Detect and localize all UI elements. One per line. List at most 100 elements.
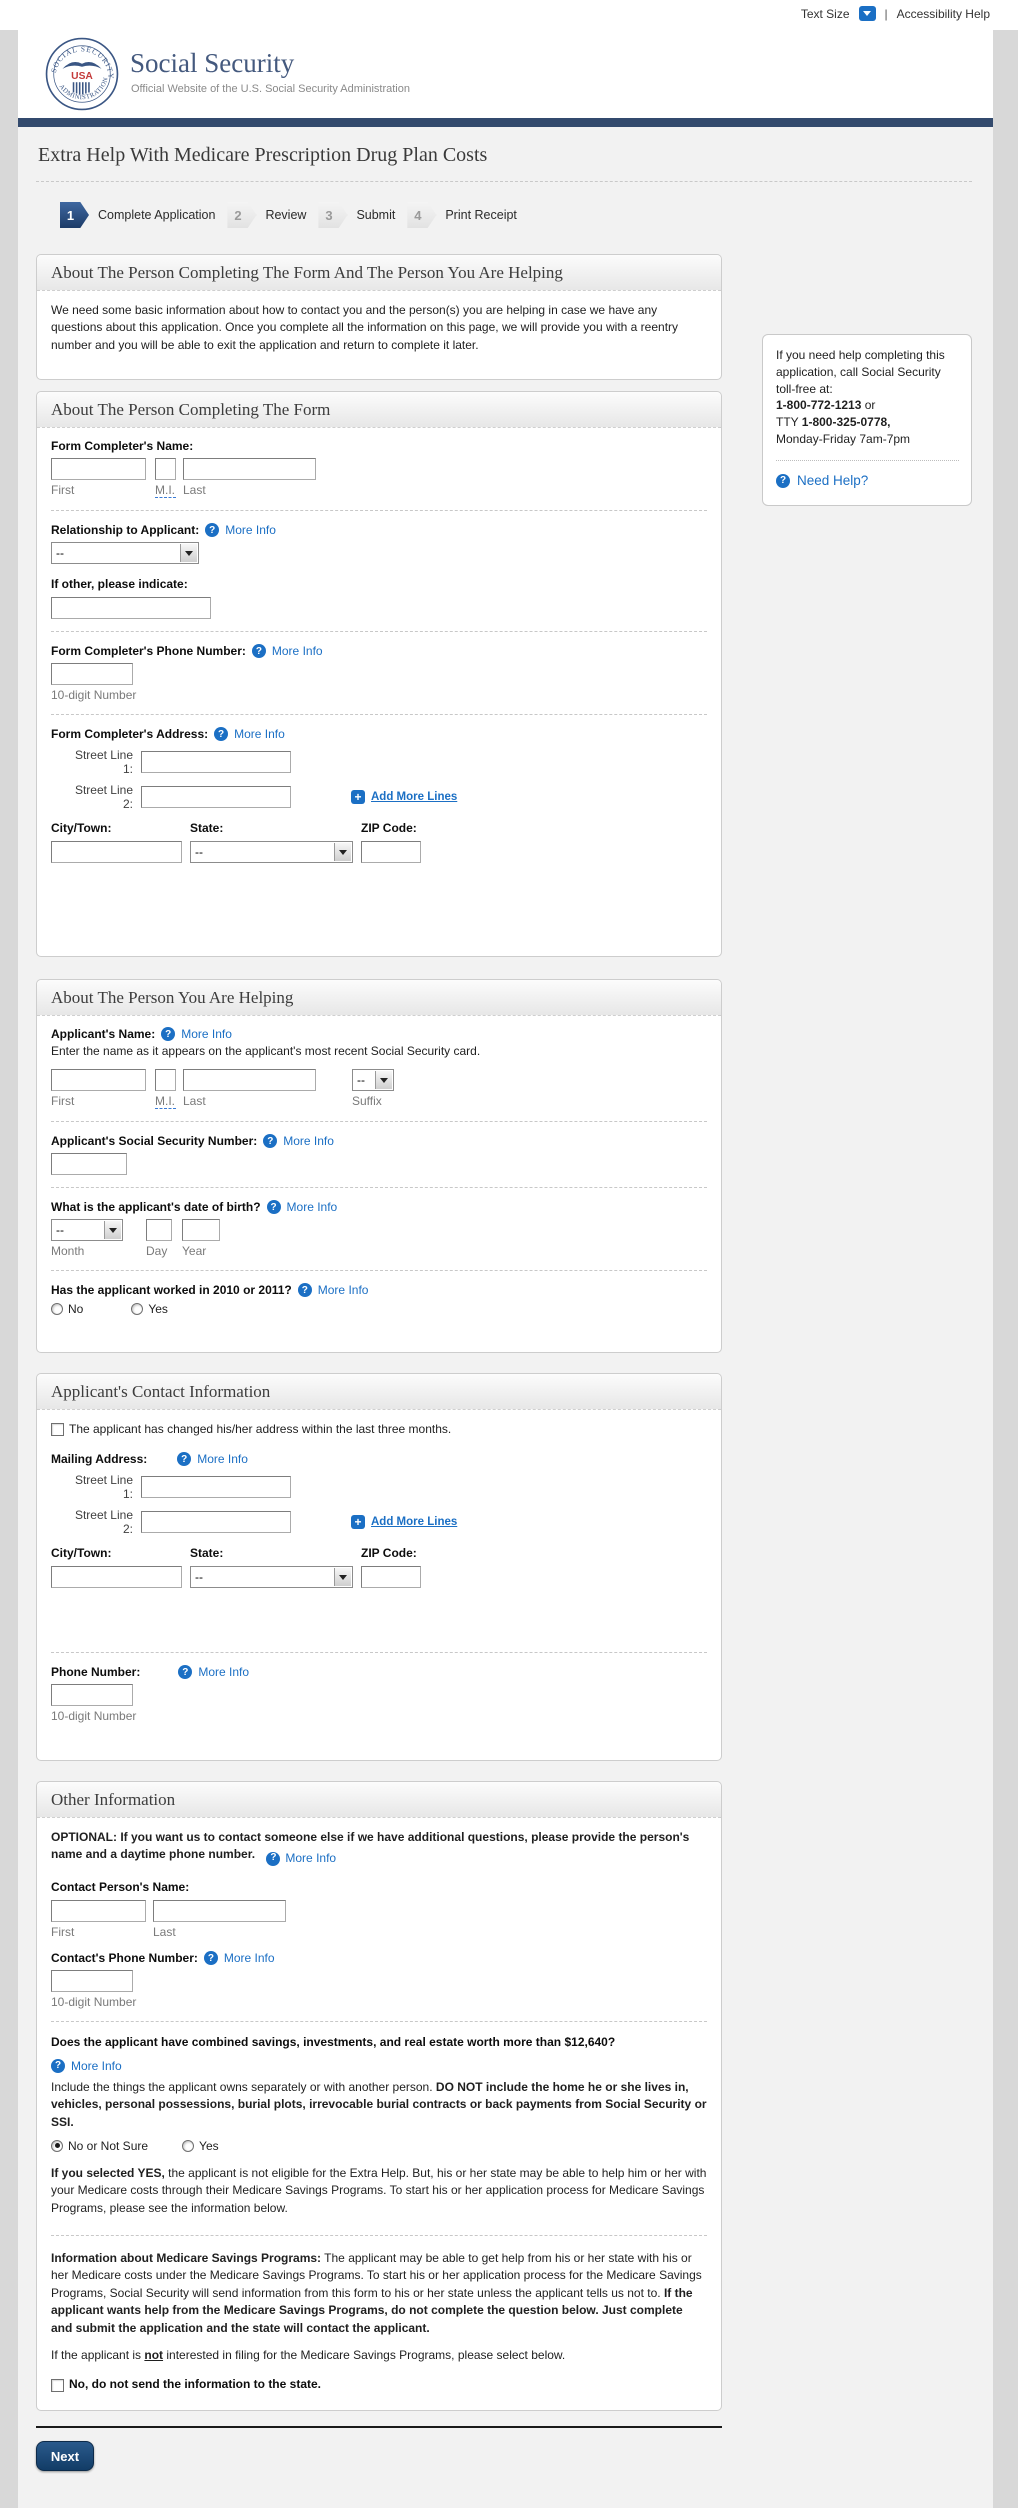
msp-paragraph: Information about Medicare Savings Progr…: [51, 2250, 707, 2337]
contact-phone-input[interactable]: [51, 1970, 133, 1992]
optional-paragraph: OPTIONAL: If you want us to contact some…: [51, 1829, 707, 1867]
mailing-add-more-lines-link[interactable]: + Add More Lines: [351, 1515, 457, 1529]
accessibility-help-link[interactable]: Accessibility Help: [897, 7, 990, 21]
next-button[interactable]: Next: [36, 2441, 94, 2471]
savings-yes-option[interactable]: Yes: [182, 2139, 219, 2153]
help-icon[interactable]: ?: [266, 1852, 280, 1866]
step-3-badge: 3: [318, 202, 347, 228]
help-icon[interactable]: ?: [252, 644, 266, 658]
help-icon[interactable]: ?: [161, 1027, 175, 1041]
mailing-zip-input[interactable]: [361, 1566, 421, 1588]
dob-month-select[interactable]: --: [51, 1219, 123, 1241]
completer-last-name-input[interactable]: [183, 458, 316, 480]
address-changed-option[interactable]: The applicant has changed his/her addres…: [51, 1421, 707, 1438]
plus-icon: +: [351, 790, 365, 804]
completer-add-more-lines-link[interactable]: + Add More Lines: [351, 790, 457, 804]
help-icon[interactable]: ?: [267, 1200, 281, 1214]
divider: [51, 510, 707, 511]
mi-tooltip-link[interactable]: M.I.: [155, 1094, 176, 1109]
help-icon[interactable]: ?: [177, 1452, 191, 1466]
applicant-name-more-info-link[interactable]: More Info: [181, 1027, 232, 1041]
completer-mi-input[interactable]: [155, 458, 176, 480]
contact-person-name-label: Contact Person's Name:: [51, 1880, 707, 1894]
dob-day-input[interactable]: [146, 1219, 172, 1241]
dropdown-arrow-icon: [334, 1568, 351, 1586]
checkbox-icon[interactable]: [51, 1423, 64, 1436]
section-other-info: Other Information OPTIONAL: If you want …: [36, 1781, 722, 2411]
help-hours: Monday-Friday 7am-7pm: [776, 431, 959, 448]
savings-more-info-link[interactable]: More Info: [71, 2059, 122, 2073]
worked-no-option[interactable]: No: [51, 1302, 83, 1316]
completer-street2-input[interactable]: [141, 786, 291, 808]
completer-city-input[interactable]: [51, 841, 182, 863]
completer-street1-input[interactable]: [141, 751, 291, 773]
applicant-mi-input[interactable]: [155, 1069, 176, 1091]
completer-name-label: Form Completer's Name:: [51, 439, 707, 453]
svg-text:USA: USA: [71, 71, 93, 82]
help-icon[interactable]: ?: [51, 2059, 65, 2073]
street-line-1-label: Street Line 1:: [67, 748, 133, 776]
applicant-ssn-input[interactable]: [51, 1153, 127, 1175]
help-icon[interactable]: ?: [204, 1951, 218, 1965]
other-relationship-input[interactable]: [51, 597, 211, 619]
help-icon[interactable]: ?: [214, 727, 228, 741]
contact-person-last-input[interactable]: [153, 1900, 286, 1922]
section-title: Other Information: [37, 1782, 721, 1818]
optional-more-info-link[interactable]: More Info: [285, 1850, 336, 1867]
phone-hint: 10-digit Number: [51, 1995, 707, 2009]
worked-more-info-link[interactable]: More Info: [318, 1283, 369, 1297]
worked-yes-option[interactable]: Yes: [131, 1302, 168, 1316]
help-icon[interactable]: ?: [205, 523, 219, 537]
help-icon[interactable]: ?: [178, 1665, 192, 1679]
completer-state-select[interactable]: --: [190, 841, 353, 863]
radio-icon[interactable]: [131, 1303, 143, 1315]
title-divider: [36, 181, 972, 182]
intro-paragraph: We need some basic information about how…: [51, 302, 707, 354]
street-line-1-label: Street Line 1:: [67, 1473, 133, 1501]
radio-selected-icon[interactable]: [51, 2140, 63, 2152]
completer-zip-input[interactable]: [361, 841, 421, 863]
completer-address-more-info-link[interactable]: More Info: [234, 727, 285, 741]
help-icon[interactable]: ?: [298, 1283, 312, 1297]
mailing-street2-input[interactable]: [141, 1511, 291, 1533]
help-icon[interactable]: ?: [263, 1134, 277, 1148]
street-line-2-label: Street Line 2:: [67, 1508, 133, 1536]
divider: [51, 1652, 707, 1653]
savings-question: Does the applicant have combined savings…: [51, 2034, 707, 2051]
relationship-more-info-link[interactable]: More Info: [225, 523, 276, 537]
mailing-more-info-link[interactable]: More Info: [197, 1452, 248, 1466]
ssn-more-info-link[interactable]: More Info: [283, 1134, 334, 1148]
divider: [51, 2235, 707, 2236]
dob-year-input[interactable]: [182, 1219, 220, 1241]
applicant-suffix-select[interactable]: --: [352, 1069, 394, 1091]
contact-person-first-input[interactable]: [51, 1900, 146, 1922]
savings-no-option[interactable]: No or Not Sure: [51, 2139, 148, 2153]
section-contact-info: Applicant's Contact Information The appl…: [36, 1373, 722, 1761]
footer-divider: [36, 2426, 722, 2428]
mailing-city-input[interactable]: [51, 1566, 182, 1588]
state-label: State:: [190, 821, 353, 835]
checkbox-icon[interactable]: [51, 2379, 64, 2392]
applicant-first-name-input[interactable]: [51, 1069, 146, 1091]
relationship-select[interactable]: --: [51, 542, 199, 564]
radio-icon[interactable]: [182, 2140, 194, 2152]
completer-first-name-input[interactable]: [51, 458, 146, 480]
completer-phone-input[interactable]: [51, 663, 133, 685]
applicant-last-name-input[interactable]: [183, 1069, 316, 1091]
step-1-badge: 1: [60, 202, 89, 228]
mailing-street1-input[interactable]: [141, 1476, 291, 1498]
radio-icon[interactable]: [51, 1303, 63, 1315]
contact-phone-more-info-link[interactable]: More Info: [224, 1951, 275, 1965]
mailing-state-select[interactable]: --: [190, 1566, 353, 1588]
not-interested-line: If the applicant is not interested in fi…: [51, 2347, 707, 2364]
applicant-phone-input[interactable]: [51, 1684, 133, 1706]
dob-more-info-link[interactable]: More Info: [287, 1200, 338, 1214]
mi-tooltip-link[interactable]: M.I.: [155, 483, 176, 498]
section-title: About The Person Completing The Form And…: [37, 255, 721, 291]
no-send-option[interactable]: No, do not send the information to the s…: [51, 2376, 707, 2393]
applicant-phone-more-info-link[interactable]: More Info: [198, 1665, 249, 1679]
text-size-dropdown[interactable]: [859, 6, 876, 21]
completer-phone-more-info-link[interactable]: More Info: [272, 644, 323, 658]
state-label: State:: [190, 1546, 353, 1560]
need-help-link[interactable]: ? Need Help?: [776, 472, 959, 491]
